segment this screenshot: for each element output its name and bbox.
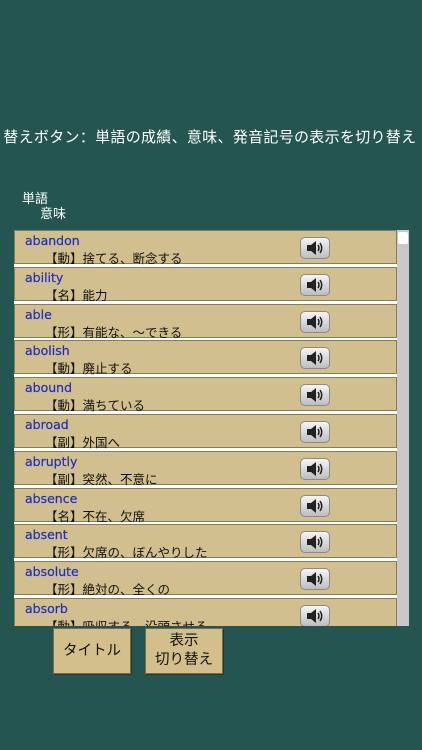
word-row[interactable]: absent 【形】欠席の、ぼんやりした [14,524,397,561]
meaning-text: 【動】吸収する、没頭させる [45,616,208,626]
speaker-icon [305,350,325,366]
word-text: absolute [25,564,79,580]
speaker-icon [305,240,325,256]
title-button-label: タイトル [63,642,121,659]
meaning-text: 【動】捨てる、断念する [45,251,183,266]
word-row[interactable]: abolish 【動】廃止する [14,340,397,377]
word-row[interactable]: abruptly 【副】突然、不意に [14,450,397,487]
speaker-icon [305,461,325,477]
list-scrollbar[interactable] [397,230,409,626]
word-row[interactable]: ability 【名】能力 [14,266,397,303]
speaker-icon [305,277,325,293]
title-button[interactable]: タイトル [53,628,131,674]
meaning-text: 【形】絶対の、全くの [45,582,171,598]
meaning-text: 【副】突然、不意に [45,471,158,487]
play-pronunciation-button[interactable] [300,237,330,259]
speaker-icon [305,424,325,440]
speaker-icon [305,387,325,403]
word-list[interactable]: abandon 【動】捨てる、断念する ability 【名】能力 able 【形】有能な… [14,230,409,626]
toggle-button-label-line2: 切り替え [155,652,213,668]
meaning-text: 【名】能力 [45,287,108,303]
word-text: abolish [25,343,70,359]
play-pronunciation-button[interactable] [300,347,330,370]
word-text: abroad [25,416,69,432]
scrollbar-thumb[interactable] [398,232,408,244]
word-row[interactable]: abroad 【副】外国へ [14,413,397,450]
toggle-button-label-line1: 表示 [169,633,199,649]
word-text: ability [25,269,64,285]
meaning-text: 【動】満ちている [45,398,146,414]
play-pronunciation-button[interactable] [300,494,330,517]
speaker-icon [305,571,325,587]
word-row[interactable]: absolute 【形】絶対の、全くの [14,561,397,598]
word-row[interactable]: abound 【動】満ちている [14,377,397,414]
word-row[interactable]: abandon 【動】捨てる、断念する [14,230,397,266]
play-pronunciation-button[interactable] [300,531,330,554]
meaning-text: 【形】欠席の、ぼんやりした [45,545,208,561]
word-text: able [25,306,52,322]
play-pronunciation-button[interactable] [300,310,330,333]
play-pronunciation-button[interactable] [300,457,330,480]
column-header-meaning: 意味 [40,207,67,222]
meaning-text: 【副】外国へ [45,434,121,450]
speaker-icon [305,608,325,624]
word-text: abound [25,380,73,396]
meaning-text: 【名】不在、欠席 [45,508,146,524]
word-row[interactable]: absorb【動】吸収する、没頭させる [14,597,397,626]
instruction-marquee: り替えボタン：単語の成績、意味、発音記号の表示を切り替え [0,128,417,146]
meaning-text: 【形】有能な、～できる [45,324,183,340]
word-text: absorb [25,600,68,616]
word-list-rows: abandon 【動】捨てる、断念する ability 【名】能力 able 【形】有能な… [14,230,397,626]
word-row[interactable]: absence 【名】不在、欠席 [14,487,397,524]
word-text: absent [25,527,68,543]
speaker-icon [305,498,325,514]
display-toggle-button[interactable]: 表示 切り替え [145,628,223,674]
play-pronunciation-button[interactable] [300,384,330,407]
word-row[interactable]: able 【形】有能な、～できる [14,303,397,340]
play-pronunciation-button[interactable] [300,420,330,443]
word-text: abruptly [25,453,78,469]
speaker-icon [305,314,325,330]
word-text: abandon [25,233,80,248]
play-pronunciation-button[interactable] [300,568,330,591]
play-pronunciation-button[interactable] [300,604,330,626]
speaker-icon [305,534,325,550]
play-pronunciation-button[interactable] [300,273,330,296]
word-text: absence [25,490,78,506]
meaning-text: 【動】廃止する [45,361,133,377]
